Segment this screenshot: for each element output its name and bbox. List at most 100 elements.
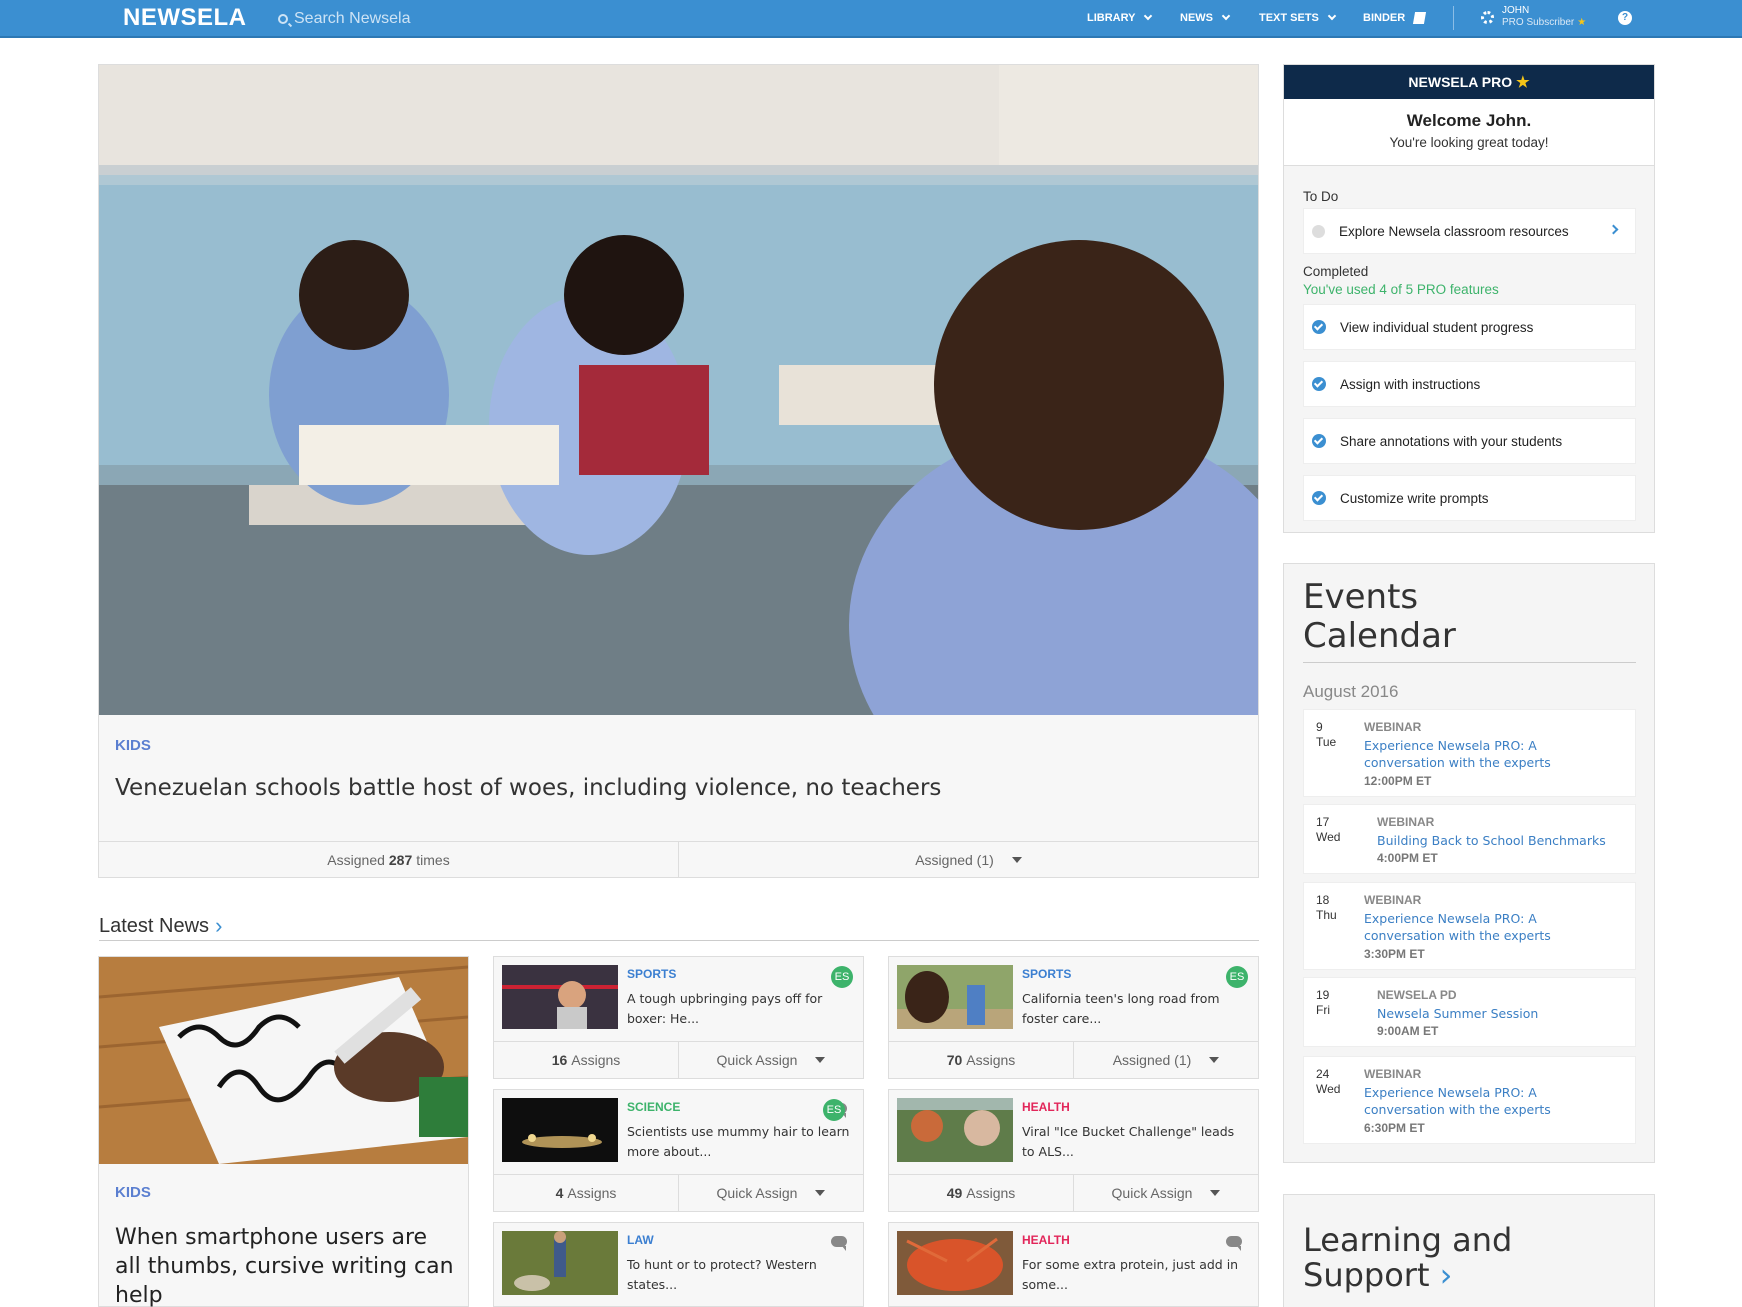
spanish-badge[interactable]: ES (1226, 966, 1248, 988)
event-date: 18 Thu (1316, 893, 1337, 923)
event-item[interactable]: 18 Thu WEBINAR Experience Newsela PRO: A co… (1303, 882, 1636, 970)
news-card-title[interactable]: Viral "Ice Bucket Challenge" leads to AL… (1022, 1122, 1247, 1162)
news-card-footer: 70 Assigns Assigned (1) (889, 1041, 1258, 1078)
nav-binder[interactable]: BINDER (1363, 0, 1427, 36)
latest-news-heading[interactable]: Latest News › (99, 913, 222, 939)
help-icon[interactable]: ? (1618, 11, 1632, 25)
news-card-category[interactable]: LAW (627, 1233, 654, 1247)
event-title-link[interactable]: Experience Newsela PRO: A conversation w… (1364, 1084, 1614, 1118)
assigns-number: 70 (946, 1052, 963, 1068)
check-circle-icon (1312, 377, 1326, 391)
user-menu[interactable]: JOHN PRO Subscriber ★ (1502, 5, 1586, 29)
caret-down-icon (1011, 857, 1022, 863)
event-weekday: Thu (1316, 908, 1337, 922)
news-card-title[interactable]: Scientists use mummy hair to learn more … (627, 1122, 852, 1162)
news-card-category[interactable]: HEALTH (1022, 1100, 1070, 1114)
gear-icon[interactable] (1481, 11, 1494, 24)
nav-text-sets[interactable]: TEXT SETS (1259, 0, 1337, 36)
quick-assign-dropdown[interactable]: Quick Assign (678, 1042, 863, 1078)
completed-item[interactable]: Customize write prompts (1303, 475, 1636, 521)
news-card-title[interactable]: A tough upbringing pays off for boxer: H… (627, 989, 852, 1029)
featured-news-photo (99, 957, 468, 1164)
assigns-label: Assigns (966, 1185, 1016, 1201)
featured-news-title[interactable]: When smartphone users are all thumbs, cu… (115, 1223, 455, 1307)
check-circle-icon (1312, 434, 1326, 448)
news-card-thumbnail (897, 1098, 1013, 1162)
events-title: Events Calendar (1303, 578, 1456, 656)
pro-panel-title: NEWSELA PRO (1408, 74, 1513, 90)
news-card[interactable]: SCIENCE Scientists use mummy hair to lear… (493, 1089, 864, 1212)
learning-support-panel[interactable]: Learning and Support › (1283, 1194, 1655, 1307)
event-item[interactable]: 9 Tue WEBINAR Experience Newsela PRO: A con… (1303, 709, 1636, 797)
event-weekday: Wed (1316, 1082, 1341, 1096)
hero-title[interactable]: Venezuelan schools battle host of woes, … (115, 775, 941, 801)
hero-photo (99, 65, 1258, 715)
news-card-footer: 49 Assigns Quick Assign (889, 1174, 1258, 1211)
search-box[interactable]: Search Newsela (278, 7, 411, 31)
star-icon: ★ (1516, 74, 1530, 91)
featured-news-card[interactable]: KIDS When smartphone users are all thumb… (98, 956, 469, 1307)
events-calendar-panel: Events Calendar August 2016 9 Tue WEBINAR Ex… (1283, 563, 1655, 1163)
hero-assigned-count: Assigned 287 times (99, 842, 678, 878)
assigns-number: 49 (946, 1185, 963, 1201)
news-card-title[interactable]: California teen's long road from foster … (1022, 989, 1247, 1029)
quick-assign-dropdown[interactable]: Assigned (1) (1073, 1042, 1258, 1078)
nav-news[interactable]: NEWS (1180, 0, 1231, 36)
event-title-link[interactable]: Experience Newsela PRO: A conversation w… (1364, 910, 1614, 944)
completed-item[interactable]: View individual student progress (1303, 304, 1636, 350)
event-item[interactable]: 24 Wed WEBINAR Experience Newsela PRO: A co… (1303, 1056, 1636, 1144)
spanish-badge[interactable]: ES (823, 1099, 845, 1121)
news-card-thumbnail (897, 1231, 1013, 1295)
event-title-link[interactable]: Newsela Summer Session (1377, 1005, 1627, 1022)
event-item[interactable]: 19 Fri NEWSELA PD Newsela Summer Session 9:0… (1303, 977, 1636, 1047)
event-title-link[interactable]: Experience Newsela PRO: A conversation w… (1364, 737, 1614, 771)
latest-news-title: Latest News (99, 914, 210, 937)
completed-item[interactable]: Share annotations with your students (1303, 418, 1636, 464)
check-circle-icon (1312, 320, 1326, 334)
event-day: 18 (1316, 893, 1330, 907)
news-card-category[interactable]: SPORTS (1022, 967, 1071, 981)
spanish-badge[interactable]: ES (831, 966, 853, 988)
hero-category[interactable]: KIDS (115, 737, 151, 754)
event-item[interactable]: 17 Wed WEBINAR Building Back to School Benc… (1303, 804, 1636, 874)
completed-item-label: Assign with instructions (1340, 376, 1481, 392)
news-card-category[interactable]: SCIENCE (627, 1100, 680, 1114)
assigns-label: Assigns (966, 1052, 1016, 1068)
todo-item[interactable]: Explore Newsela classroom resources (1303, 208, 1636, 254)
event-type: NEWSELA PD (1377, 988, 1457, 1002)
nav-library[interactable]: LIBRARY (1087, 0, 1153, 36)
news-card-category[interactable]: SPORTS (627, 967, 676, 981)
todo-item-label: Explore Newsela classroom resources (1339, 223, 1569, 239)
assigns-count: 16 Assigns (494, 1042, 678, 1078)
assigned-prefix: Assigned (327, 852, 385, 868)
assigns-label: Assigns (567, 1185, 617, 1201)
binder-icon (1413, 12, 1427, 24)
hero-assigned-dropdown[interactable]: Assigned (1) (678, 842, 1258, 878)
completed-item[interactable]: Assign with instructions (1303, 361, 1636, 407)
news-card-thumbnail (502, 1231, 618, 1295)
news-card-title[interactable]: To hunt or to protect? Western states... (627, 1255, 852, 1295)
event-title-link[interactable]: Building Back to School Benchmarks (1377, 832, 1627, 849)
event-weekday: Tue (1316, 735, 1337, 749)
nav-text-sets-label: TEXT SETS (1259, 12, 1319, 24)
nav-library-label: LIBRARY (1087, 12, 1136, 24)
quick-assign-dropdown[interactable]: Quick Assign (678, 1175, 863, 1211)
news-card-title[interactable]: For some extra protein, just add in some… (1022, 1255, 1247, 1295)
search-input[interactable]: Search Newsela (294, 10, 411, 28)
news-card[interactable]: SPORTS California teen's long road from f… (888, 956, 1259, 1079)
featured-news-category[interactable]: KIDS (115, 1184, 151, 1201)
news-card-footer: 4 Assigns Quick Assign (494, 1174, 863, 1211)
quick-assign-label: Assigned (1) (1112, 1052, 1192, 1068)
learning-support-title[interactable]: Learning and Support › (1303, 1223, 1512, 1293)
news-card-category[interactable]: HEALTH (1022, 1233, 1070, 1247)
newsela-logo[interactable]: NEWSELA (123, 4, 247, 32)
event-date: 9 Tue (1316, 720, 1336, 750)
hero-article-card[interactable]: KIDS Venezuelan schools battle host of w… (98, 64, 1259, 878)
news-card[interactable]: SPORTS A tough upbringing pays off for bo… (493, 956, 864, 1079)
news-card[interactable]: HEALTH Viral "Ice Bucket Challenge" leads… (888, 1089, 1259, 1212)
news-card[interactable]: HEALTH For some extra protein, just add i… (888, 1222, 1259, 1307)
news-card[interactable]: LAW To hunt or to protect? Western states… (493, 1222, 864, 1307)
quick-assign-dropdown[interactable]: Quick Assign (1073, 1175, 1258, 1211)
chevron-down-icon (1221, 11, 1231, 21)
event-date: 17 Wed (1316, 815, 1340, 845)
